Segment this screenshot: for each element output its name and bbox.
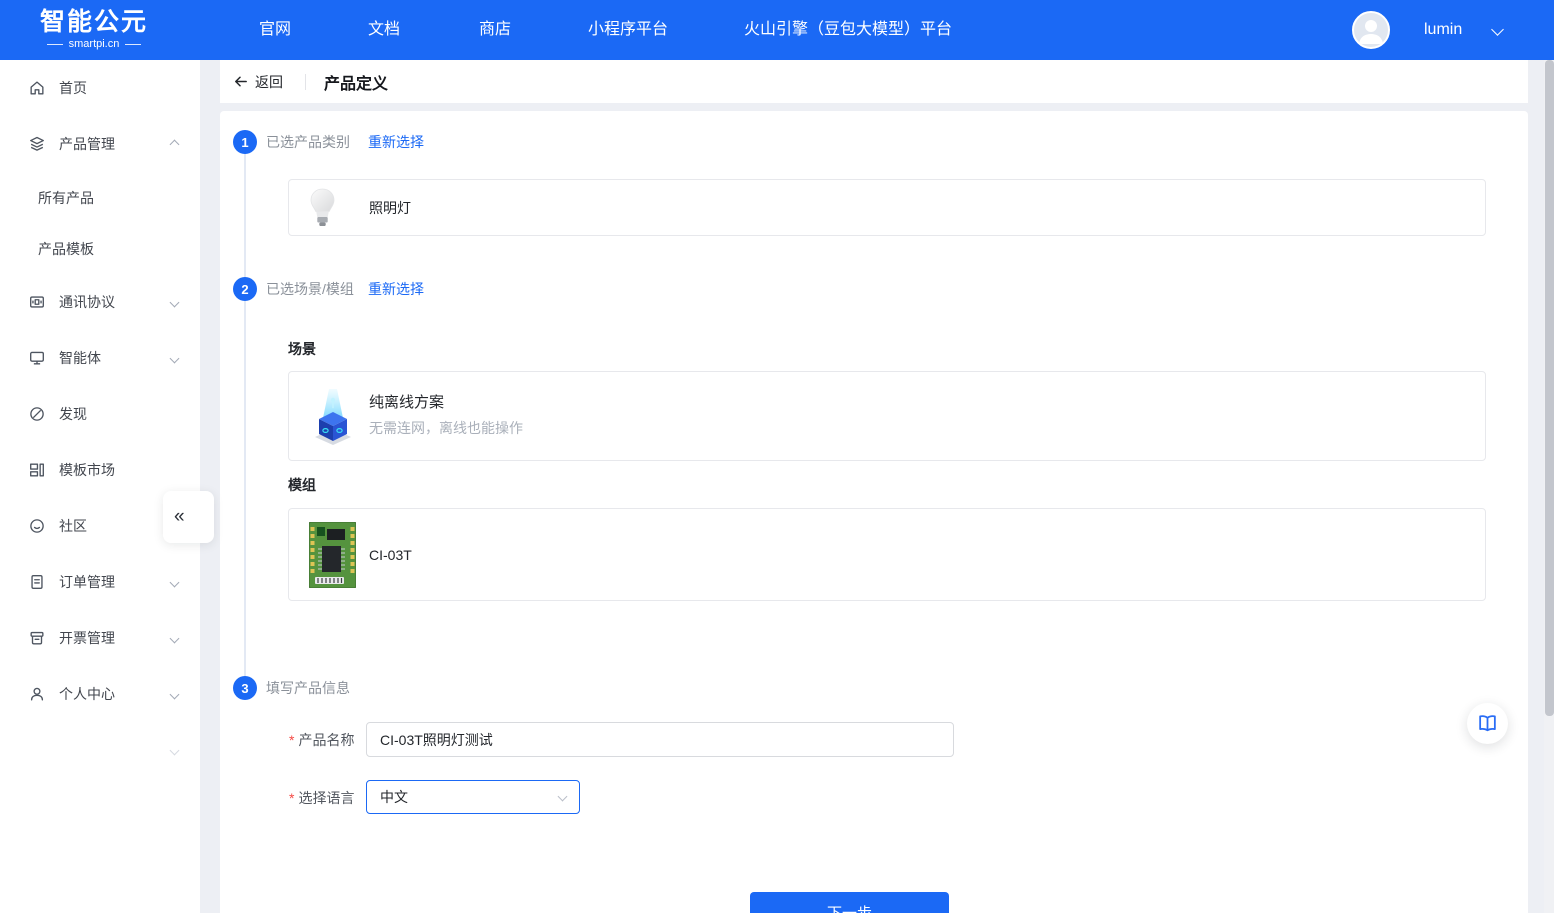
selected-scene-card[interactable]: 纯离线方案 无需连网，离线也能操作 — [288, 371, 1486, 461]
step-1-reselect-link[interactable]: 重新选择 — [368, 130, 424, 154]
page-title: 产品定义 — [324, 75, 389, 93]
sidebar-item-order-management[interactable]: 订单管理 — [0, 554, 200, 610]
next-step-button[interactable]: 下一步 — [750, 892, 949, 913]
chevron-down-icon[interactable] — [1491, 23, 1504, 36]
avatar[interactable] — [1352, 11, 1390, 49]
sidebar-item-template-market[interactable]: 模板市场 — [0, 442, 200, 498]
product-name-input[interactable] — [366, 722, 954, 757]
back-button[interactable]: 返回 — [232, 72, 283, 92]
protocol-icon — [28, 293, 46, 311]
invoice-icon — [28, 629, 46, 647]
module-heading: 模组 — [288, 477, 316, 493]
chevron-down-icon — [169, 689, 180, 699]
sidebar-item-product-management[interactable]: 产品管理 — [0, 116, 200, 172]
guide-fab-button[interactable] — [1467, 703, 1508, 744]
user-avatar-icon — [1359, 20, 1383, 44]
nav-miniprogram-platform[interactable]: 小程序平台 — [588, 0, 668, 60]
nav-docs[interactable]: 文档 — [368, 0, 400, 60]
nav-volcengine-platform[interactable]: 火山引擎（豆包大模型）平台 — [744, 0, 952, 60]
scrollbar-track[interactable] — [1544, 60, 1554, 913]
home-icon — [28, 79, 46, 97]
sidebar-item-discover[interactable]: 发现 — [0, 386, 200, 442]
open-book-icon — [1479, 715, 1496, 732]
language-selected-value: 中文 — [380, 789, 408, 805]
logo-dash-right — [125, 43, 142, 45]
sidebar-item-home[interactable]: 首页 — [0, 60, 200, 116]
chevron-down-icon — [557, 791, 568, 802]
user-name[interactable]: lumin — [1424, 0, 1462, 60]
scene-description: 无需连网，离线也能操作 — [369, 420, 523, 436]
language-label: * 选择语言 — [289, 790, 355, 806]
sidebar-collapse-button[interactable]: « — [163, 491, 214, 543]
step-2-badge: 2 — [233, 277, 257, 301]
scrollbar-thumb[interactable] — [1544, 60, 1554, 716]
required-mark: * — [289, 790, 295, 806]
chevron-down-icon — [169, 633, 180, 643]
sidebar-item-communication-protocol[interactable]: 通讯协议 — [0, 274, 200, 330]
step-3-badge: 3 — [233, 676, 257, 700]
selected-module-card[interactable]: CI-03T — [288, 508, 1486, 601]
sidebar: 首页 产品管理 所有产品 产品模板 通讯协议 智能体 发现 模板市场 社区 订单… — [0, 60, 200, 913]
sidebar-item-all-products[interactable]: 所有产品 — [0, 172, 200, 223]
user-icon — [28, 685, 46, 703]
chevron-down-icon — [169, 297, 180, 307]
bulb-icon — [309, 188, 336, 228]
chevron-down-icon — [169, 353, 180, 363]
step-2-label: 已选场景/模组 — [266, 281, 354, 297]
product-category-name: 照明灯 — [369, 199, 411, 216]
step-1-label: 已选产品类别 — [266, 134, 350, 150]
chevron-down-icon — [169, 577, 180, 587]
selected-product-category-card[interactable]: 照明灯 — [288, 179, 1486, 236]
step-3-label: 填写产品信息 — [266, 680, 350, 696]
required-mark: * — [289, 732, 295, 748]
chevron-down-icon — [169, 745, 180, 755]
sidebar-item-invoice-management[interactable]: 开票管理 — [0, 610, 200, 666]
step-1-badge: 1 — [233, 130, 257, 154]
logo-title: 智能公元 — [40, 8, 149, 36]
order-icon — [28, 573, 46, 591]
product-definition-panel: 1 已选产品类别 重新选择 照明灯 2 已选场景/模组 重新选择 场景 纯离线方… — [220, 111, 1528, 913]
step-connector — [244, 154, 246, 277]
divider — [305, 73, 306, 90]
logo[interactable]: 智能公元 smartpi.cn — [40, 7, 148, 51]
arrow-left-icon — [235, 76, 247, 87]
offline-cube-icon — [309, 387, 357, 445]
product-name-label: * 产品名称 — [289, 732, 355, 748]
layers-icon — [28, 135, 46, 153]
scene-heading: 场景 — [288, 341, 316, 357]
sidebar-item-personal-center[interactable]: 个人中心 — [0, 666, 200, 722]
step-2-reselect-link[interactable]: 重新选择 — [368, 277, 424, 301]
sidebar-item-product-templates[interactable]: 产品模板 — [0, 223, 200, 274]
breadcrumb-bar: 返回 产品定义 — [220, 60, 1528, 103]
template-icon — [28, 461, 46, 479]
nav-store[interactable]: 商店 — [479, 0, 511, 60]
module-name: CI-03T — [369, 546, 412, 563]
language-select[interactable]: 中文 — [366, 780, 580, 814]
monitor-icon — [28, 349, 46, 367]
top-header: 智能公元 smartpi.cn 官网 文档 商店 小程序平台 火山引擎（豆包大模… — [0, 0, 1554, 60]
collapse-icon: « — [174, 506, 185, 527]
step-connector — [244, 301, 246, 676]
pcb-module-icon — [309, 521, 356, 588]
logo-subtitle: smartpi.cn — [40, 37, 148, 51]
sidebar-item-hidden — [0, 722, 200, 778]
compass-icon — [28, 405, 46, 423]
community-icon — [28, 517, 46, 535]
scene-title: 纯离线方案 — [369, 394, 445, 411]
nav-official-site[interactable]: 官网 — [259, 0, 291, 60]
sidebar-item-agent[interactable]: 智能体 — [0, 330, 200, 386]
logo-dash-left — [46, 43, 63, 45]
chevron-up-icon — [169, 139, 180, 149]
